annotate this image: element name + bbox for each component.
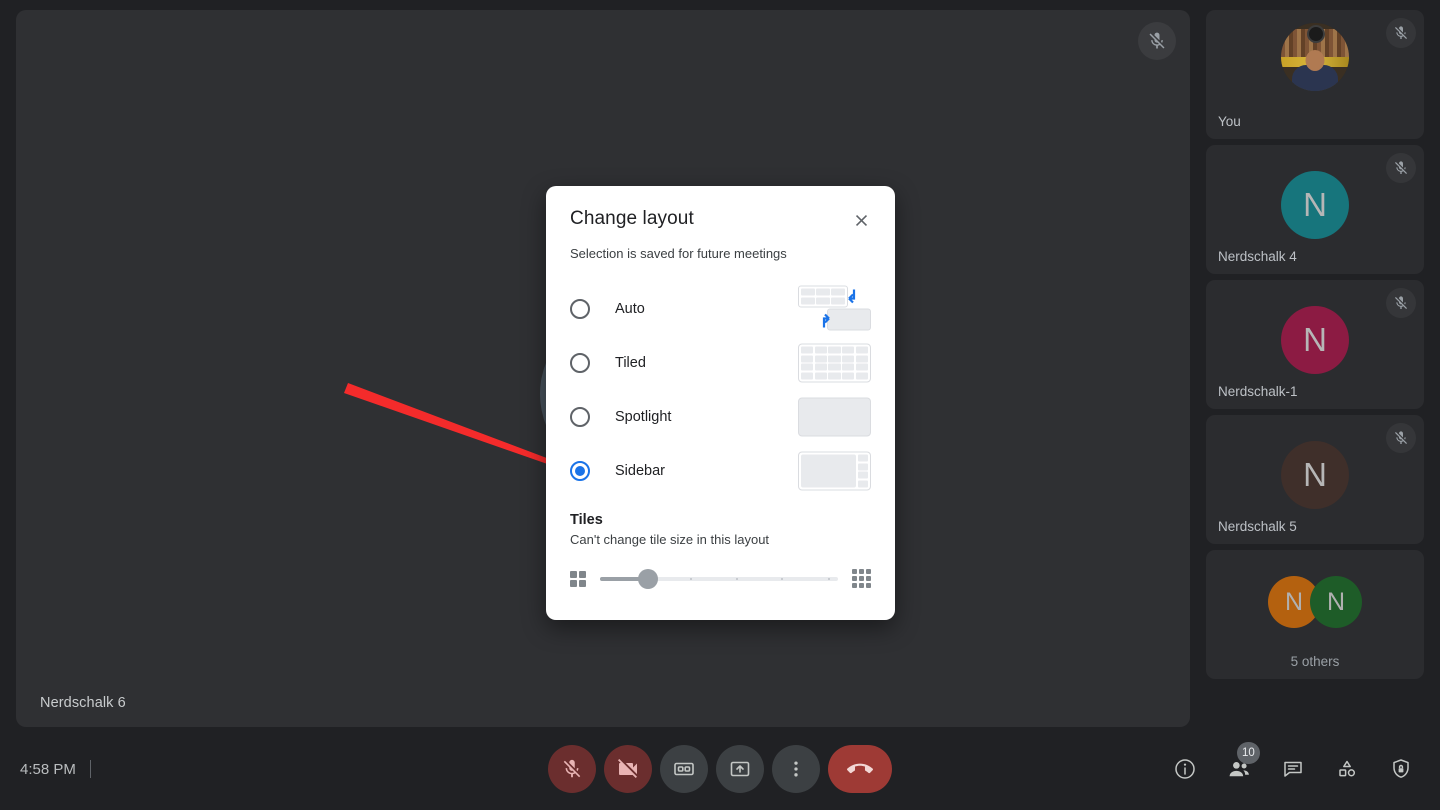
tiles-section: Tiles Can't change tile size in this lay… <box>570 512 871 588</box>
participant-name: Nerdschalk 4 <box>1218 249 1297 264</box>
camera-button[interactable] <box>604 745 652 793</box>
slider-thumb[interactable] <box>638 569 658 589</box>
avatar: N <box>1281 171 1349 239</box>
google-meet-window: Nerdschalk 6 You N Nerdschalk 4 N <box>0 0 1440 810</box>
main-speaker-mic-muted-icon <box>1138 22 1176 60</box>
bottom-toolbar: 4:58 PM <box>0 728 1440 810</box>
avatar: N <box>1281 306 1349 374</box>
mic-muted-icon <box>1386 423 1416 453</box>
tiles-heading: Tiles <box>570 512 871 528</box>
participant-name: You <box>1218 114 1241 129</box>
tile-size-slider[interactable] <box>600 577 838 581</box>
layout-option-label: Tiled <box>615 355 646 371</box>
layout-option-label: Auto <box>615 301 645 317</box>
mic-muted-icon <box>1386 153 1416 183</box>
layout-option-tiled[interactable]: Tiled <box>546 336 895 390</box>
overflow-participants-tile[interactable]: N N 5 others <box>1206 550 1424 679</box>
avatar: N <box>1310 576 1362 628</box>
end-call-button[interactable] <box>828 745 892 793</box>
radio-sidebar[interactable] <box>570 461 590 481</box>
mic-muted-icon <box>1386 288 1416 318</box>
participant-tile-nerdschalk-1[interactable]: N Nerdschalk-1 <box>1206 280 1424 409</box>
large-grid-icon <box>852 569 871 588</box>
participant-tile-nerdschalk-4[interactable]: N Nerdschalk 4 <box>1206 145 1424 274</box>
clock-time: 4:58 PM <box>20 761 76 778</box>
layout-option-label: Sidebar <box>615 463 665 479</box>
overflow-avatars: N N <box>1268 576 1362 628</box>
small-grid-icon <box>570 571 586 587</box>
layout-option-spotlight[interactable]: Spotlight <box>546 390 895 444</box>
spotlight-preview-icon <box>798 398 871 437</box>
chat-icon[interactable] <box>1278 754 1308 784</box>
call-controls <box>548 745 892 793</box>
radio-auto[interactable] <box>570 299 590 319</box>
auto-preview-icon <box>798 286 871 333</box>
participant-tile-you[interactable]: You <box>1206 10 1424 139</box>
change-layout-dialog: Change layout Selection is saved for fut… <box>546 186 895 620</box>
layout-option-label: Spotlight <box>615 409 671 425</box>
more-options-button[interactable] <box>772 745 820 793</box>
dialog-title: Change layout <box>570 208 694 230</box>
radio-tiled[interactable] <box>570 353 590 373</box>
layout-option-sidebar[interactable]: Sidebar <box>546 444 895 498</box>
participant-tile-nerdschalk-5[interactable]: N Nerdschalk 5 <box>1206 415 1424 544</box>
overflow-label: 5 others <box>1206 654 1424 669</box>
main-speaker-name: Nerdschalk 6 <box>40 695 126 711</box>
captions-button[interactable] <box>660 745 708 793</box>
participant-count-badge: 10 <box>1237 742 1260 764</box>
radio-spotlight[interactable] <box>570 407 590 427</box>
avatar: N <box>1281 441 1349 509</box>
meeting-clock: 4:58 PM <box>20 760 91 778</box>
participant-rail: You N Nerdschalk 4 N Nerdschalk-1 N Nerd… <box>1206 10 1424 727</box>
layout-options: Auto Tiled <box>546 282 895 498</box>
info-icon[interactable] <box>1170 754 1200 784</box>
sidebar-preview-icon <box>798 452 871 491</box>
participant-name: Nerdschalk 5 <box>1218 519 1297 534</box>
present-screen-button[interactable] <box>716 745 764 793</box>
microphone-button[interactable] <box>548 745 596 793</box>
tiled-preview-icon <box>798 344 871 383</box>
avatar <box>1281 23 1349 91</box>
meeting-info-controls: 10 <box>1170 754 1416 784</box>
activities-icon[interactable] <box>1332 754 1362 784</box>
close-icon[interactable] <box>847 206 875 234</box>
tiles-note: Can't change tile size in this layout <box>570 532 871 547</box>
shield-lock-icon[interactable] <box>1386 754 1416 784</box>
tile-size-slider-row <box>570 569 871 588</box>
dialog-subtitle: Selection is saved for future meetings <box>570 246 787 261</box>
layout-option-auto[interactable]: Auto <box>546 282 895 336</box>
divider <box>90 760 91 778</box>
participant-name: Nerdschalk-1 <box>1218 384 1298 399</box>
mic-muted-icon <box>1386 18 1416 48</box>
people-icon[interactable]: 10 <box>1224 754 1254 784</box>
